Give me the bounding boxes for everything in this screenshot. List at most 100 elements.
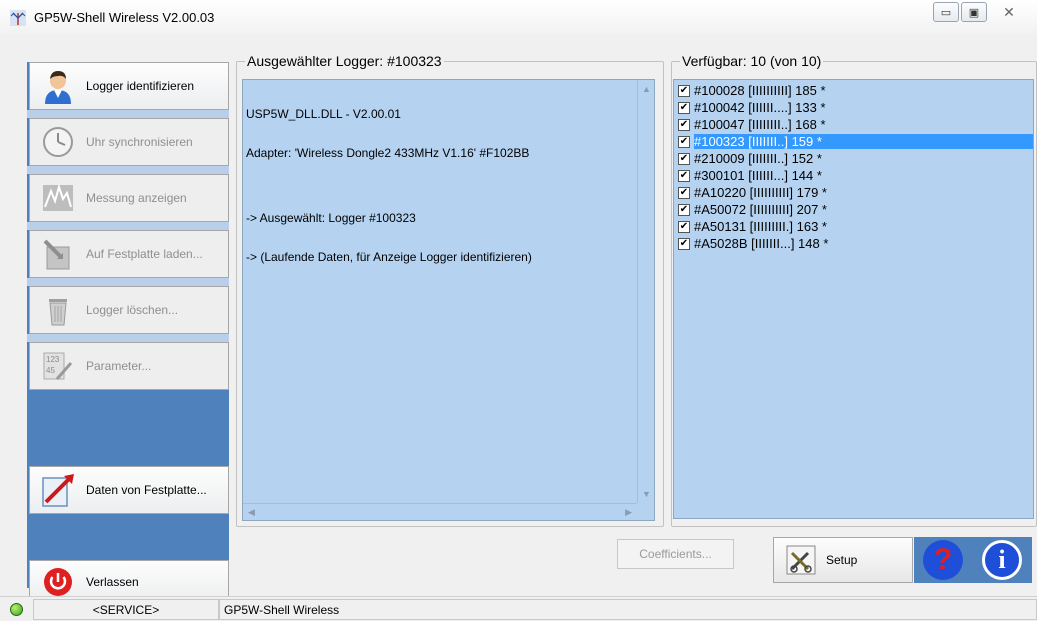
user-icon [38, 66, 78, 106]
log-line: Adapter: 'Wireless Dongle2 433MHz V1.16'… [246, 146, 530, 160]
scroll-down-icon[interactable]: ▼ [642, 489, 651, 499]
save-to-disk-label: Auf Festplatte laden... [86, 247, 203, 261]
log-lines: USP5W_DLL.DLL - V2.00.01 Adapter: 'Wirel… [246, 82, 532, 290]
sync-clock-button[interactable]: Uhr synchronisieren [29, 118, 229, 166]
log-line: -> (Laufende Daten, für Anzeige Logger i… [246, 250, 532, 264]
help-icon: ? [923, 540, 963, 580]
logger-list-item[interactable]: ✔ #A10220 [IIIIIIIIII] 179 * [678, 184, 827, 201]
logger-list-item[interactable]: ✔ #A50072 [IIIIIIIIII] 207 * [678, 201, 827, 218]
minimize-icon: ▭ [940, 6, 952, 19]
coefficients-label: Coefficients... [639, 547, 712, 561]
connection-status-icon [10, 603, 23, 616]
measurement-icon [38, 178, 78, 218]
svg-text:123: 123 [46, 355, 60, 364]
sync-clock-label: Uhr synchronisieren [86, 135, 193, 149]
log-horizontal-scrollbar[interactable]: ◀ ▶ [243, 503, 637, 520]
app-antenna-icon [10, 10, 26, 26]
logger-list-item[interactable]: ✔ #300101 [IIIIII...] 144 * [678, 167, 822, 184]
logger-entry-text: #300101 [IIIIII...] 144 * [694, 168, 822, 183]
delete-logger-label: Logger löschen... [86, 303, 179, 317]
identify-logger-label: Logger identifizieren [86, 79, 195, 93]
logger-list[interactable]: ✔ #100028 [IIIIIIIIII] 185 * ✔ #100042 [II… [673, 79, 1034, 519]
sidebar-stripe [27, 278, 229, 286]
logger-list-item-selected[interactable]: ✔ #100323 [IIIIIII..] 159 * [678, 133, 1033, 150]
logger-list-item[interactable]: ✔ #100028 [IIIIIIIIII] 185 * [678, 82, 826, 99]
load-from-disk-label: Daten von Festplatte... [86, 483, 207, 497]
exit-label: Verlassen [86, 575, 139, 589]
setup-button[interactable]: Setup [773, 537, 913, 583]
minimize-button[interactable]: ▭ [933, 2, 959, 22]
trash-icon [38, 290, 78, 330]
save-to-disk-button[interactable]: Auf Festplatte laden... [29, 230, 229, 278]
check-icon: ✔ [679, 135, 689, 147]
sidebar-stripe [27, 166, 229, 174]
logger-entry-text: #100042 [IIIIII....] 133 * [694, 100, 826, 115]
svg-text:45: 45 [46, 366, 55, 375]
window-title: GP5W-Shell Wireless V2.00.03 [34, 10, 215, 25]
check-icon: ✔ [679, 237, 689, 249]
clock-icon [38, 122, 78, 162]
maximize-button[interactable]: ▣ [961, 2, 987, 22]
close-icon: ✕ [1003, 3, 1015, 20]
logger-list-item[interactable]: ✔ #A50131 [IIIIIIIII.] 163 * [678, 218, 827, 235]
show-measurement-button[interactable]: Messung anzeigen [29, 174, 229, 222]
info-button[interactable]: i [972, 537, 1032, 583]
logger-entry-text: #A50072 [IIIIIIIIII] 207 * [694, 202, 827, 217]
check-icon: ✔ [679, 220, 689, 232]
logger-entry-text: #A10220 [IIIIIIIIII] 179 * [694, 185, 827, 200]
help-button[interactable]: ? [914, 537, 972, 583]
identify-logger-button[interactable]: Logger identifizieren [29, 62, 229, 110]
close-button[interactable]: ✕ [989, 2, 1029, 22]
checkbox[interactable]: ✔ [678, 186, 690, 199]
logger-entry-text: #A5028B [IIIIIII...] 148 * [694, 236, 829, 251]
load-from-disk-button[interactable]: Daten von Festplatte... [29, 466, 229, 514]
parameter-button[interactable]: 123 45 Parameter... [29, 342, 229, 390]
check-icon: ✔ [679, 101, 689, 113]
log-vertical-scrollbar[interactable]: ▲ ▼ [637, 80, 654, 503]
checkbox[interactable]: ✔ [678, 220, 690, 233]
info-icon: i [982, 540, 1022, 580]
logger-entry-text: #100028 [IIIIIIIIII] 185 * [694, 83, 826, 98]
checkbox[interactable]: ✔ [678, 101, 690, 114]
parameter-label: Parameter... [86, 359, 152, 373]
setup-tools-icon [786, 545, 816, 575]
load-from-disk-icon [38, 470, 78, 510]
help-glyph: ? [933, 543, 953, 576]
coefficients-button[interactable]: Coefficients... [617, 539, 734, 569]
logger-list-item[interactable]: ✔ #210009 [IIIIIII..] 152 * [678, 150, 822, 167]
title-bar: GP5W-Shell Wireless V2.00.03 ▭ ▣ ✕ [0, 0, 1037, 34]
checkbox[interactable]: ✔ [678, 237, 690, 250]
checkbox[interactable]: ✔ [678, 118, 690, 131]
show-measurement-label: Messung anzeigen [86, 191, 187, 205]
sidebar-stripe [27, 334, 229, 342]
logger-list-item[interactable]: ✔ #100047 [IIIIIIII..] 168 * [678, 116, 826, 133]
parameter-icon: 123 45 [38, 346, 78, 386]
scroll-left-icon[interactable]: ◀ [248, 507, 255, 518]
log-line: -> Ausgewählt: Logger #100323 [246, 211, 416, 225]
info-glyph: i [998, 545, 1006, 574]
check-icon: ✔ [679, 203, 689, 215]
status-bar: <SERVICE> GP5W-Shell Wireless [0, 596, 1037, 621]
check-icon: ✔ [679, 169, 689, 181]
scroll-up-icon[interactable]: ▲ [642, 84, 651, 94]
checkbox[interactable]: ✔ [678, 169, 690, 182]
check-icon: ✔ [679, 152, 689, 164]
log-line: USP5W_DLL.DLL - V2.00.01 [246, 107, 401, 121]
logger-entry-text: #100323 [IIIIIII..] 159 * [694, 134, 1033, 149]
logger-entry-text: #100047 [IIIIIIII..] 168 * [694, 117, 826, 132]
checkbox[interactable]: ✔ [678, 135, 690, 148]
scroll-right-icon[interactable]: ▶ [625, 507, 632, 518]
log-output[interactable]: USP5W_DLL.DLL - V2.00.01 Adapter: 'Wirel… [242, 79, 655, 521]
logger-list-item[interactable]: ✔ #100042 [IIIIII....] 133 * [678, 99, 826, 116]
checkbox[interactable]: ✔ [678, 203, 690, 216]
status-app-name: GP5W-Shell Wireless [219, 599, 1037, 620]
logger-list-item[interactable]: ✔ #A5028B [IIIIIII...] 148 * [678, 235, 828, 252]
sidebar: Logger identifizieren Uhr synchronisiere… [27, 62, 229, 604]
check-icon: ✔ [679, 84, 689, 96]
client-area: Logger identifizieren Uhr synchronisiere… [0, 34, 1037, 604]
checkbox[interactable]: ✔ [678, 84, 690, 97]
download-to-disk-icon [38, 234, 78, 274]
available-loggers-title: Verfügbar: 10 (von 10) [680, 53, 824, 69]
checkbox[interactable]: ✔ [678, 152, 690, 165]
delete-logger-button[interactable]: Logger löschen... [29, 286, 229, 334]
